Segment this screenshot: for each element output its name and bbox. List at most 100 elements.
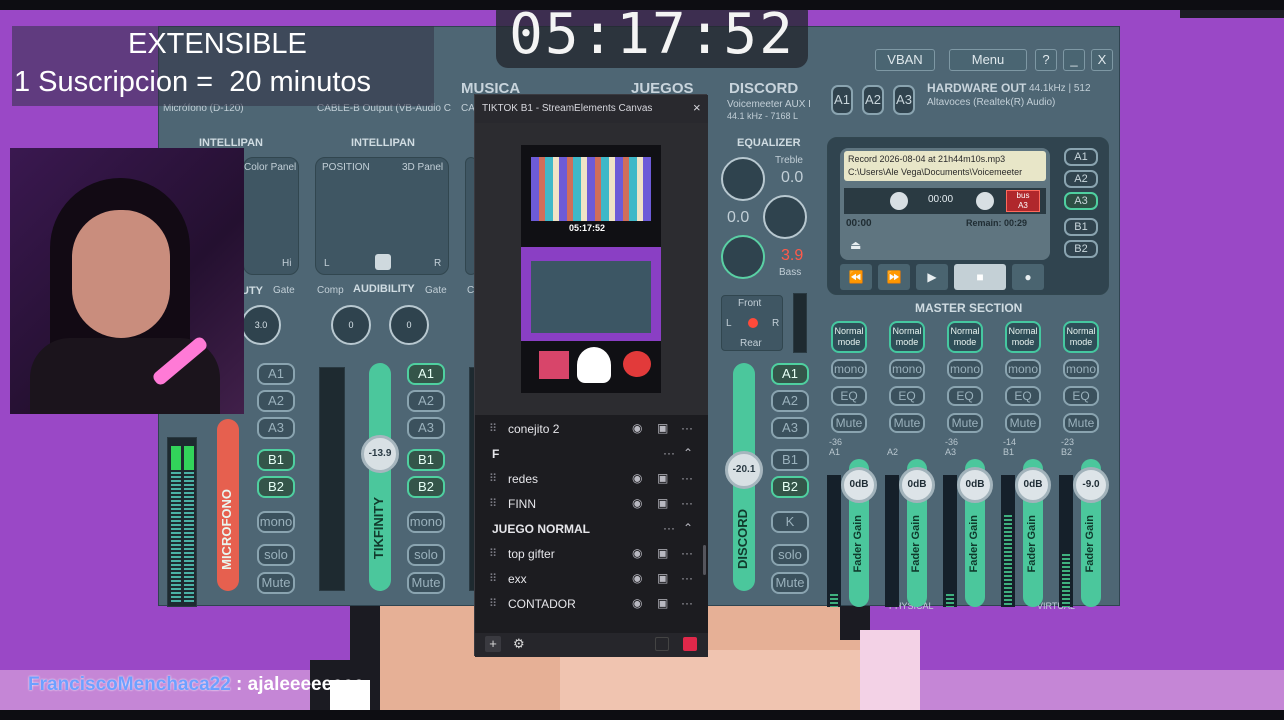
- master-fader-knob-A2[interactable]: 0dB: [899, 467, 935, 503]
- master-mono-A2[interactable]: mono: [889, 359, 925, 379]
- drag-handle-icon[interactable]: ⠿: [489, 597, 497, 610]
- strip1-mono-button[interactable]: mono: [257, 511, 295, 533]
- help-button[interactable]: ?: [1035, 49, 1057, 71]
- strip1-solo-button[interactable]: solo: [257, 544, 295, 566]
- strip2-a2-button[interactable]: A2: [407, 390, 445, 412]
- recorder-a1[interactable]: A1: [1064, 148, 1098, 166]
- recorder-b1[interactable]: B1: [1064, 218, 1098, 236]
- master-mode-B1[interactable]: Normal mode: [1005, 321, 1041, 353]
- bus-select[interactable]: bus A3: [1006, 190, 1040, 212]
- master-fader-knob-A3[interactable]: 0dB: [957, 467, 993, 503]
- strip2-fader-knob[interactable]: -13.9: [361, 435, 399, 473]
- master-eq-B2[interactable]: EQ: [1063, 386, 1099, 406]
- discord-a3-button[interactable]: A3: [771, 417, 809, 439]
- record-icon[interactable]: ●: [1012, 264, 1044, 290]
- vban-button[interactable]: VBAN: [875, 49, 935, 71]
- master-eq-A2[interactable]: EQ: [889, 386, 925, 406]
- recorder-a2[interactable]: A2: [1064, 170, 1098, 188]
- source-item[interactable]: ⠿ top gifter ◉ ▣ ···: [475, 542, 708, 566]
- discord-b2-button[interactable]: B2: [771, 476, 809, 498]
- source-group[interactable]: JUEGO NORMAL ··· ⌃: [475, 517, 708, 541]
- strip2-gate-knob[interactable]: 0: [389, 305, 429, 345]
- record-indicator-icon[interactable]: [683, 637, 697, 651]
- source-group[interactable]: F ··· ⌃: [475, 442, 708, 466]
- strip1-a2-button[interactable]: A2: [257, 390, 295, 412]
- discord-solo-button[interactable]: solo: [771, 544, 809, 566]
- collapse-chevron-icon[interactable]: ⌃: [683, 521, 693, 535]
- lock-icon[interactable]: ▣: [657, 571, 668, 585]
- tiktok-window-close-icon[interactable]: ×: [693, 100, 701, 115]
- master-mono-B2[interactable]: mono: [1063, 359, 1099, 379]
- master-mute-A3[interactable]: Mute: [947, 413, 983, 433]
- canvas-preview[interactable]: 05:17:52: [521, 145, 661, 393]
- strip2-mono-button[interactable]: mono: [407, 511, 445, 533]
- mid-knob[interactable]: [763, 195, 807, 239]
- master-fader-knob-B2[interactable]: -9.0: [1073, 467, 1109, 503]
- master-mode-A2[interactable]: Normal mode: [889, 321, 925, 353]
- master-eq-B1[interactable]: EQ: [1005, 386, 1041, 406]
- hw-out-a3[interactable]: A3: [893, 85, 915, 115]
- more-icon[interactable]: ···: [681, 421, 693, 435]
- lock-icon[interactable]: ▣: [657, 496, 668, 510]
- drag-handle-icon[interactable]: ⠿: [489, 572, 497, 585]
- discord-fader-knob[interactable]: -20.1: [725, 451, 763, 489]
- strip1-a3-button[interactable]: A3: [257, 417, 295, 439]
- more-icon[interactable]: ···: [681, 471, 693, 485]
- discord-a2-button[interactable]: A2: [771, 390, 809, 412]
- more-icon[interactable]: ···: [681, 596, 693, 610]
- strip2-comp-knob[interactable]: 0: [331, 305, 371, 345]
- master-mute-A2[interactable]: Mute: [889, 413, 925, 433]
- master-fader-knob-B1[interactable]: 0dB: [1015, 467, 1051, 503]
- discord-b1-button[interactable]: B1: [771, 449, 809, 471]
- more-icon[interactable]: ···: [681, 571, 693, 585]
- drag-handle-icon[interactable]: ⠿: [489, 422, 497, 435]
- treble-knob[interactable]: [721, 157, 765, 201]
- master-mono-A3[interactable]: mono: [947, 359, 983, 379]
- more-icon[interactable]: ···: [681, 496, 693, 510]
- minimize-button[interactable]: _: [1063, 49, 1085, 71]
- strip2-a3-button[interactable]: A3: [407, 417, 445, 439]
- chat-username[interactable]: FranciscoMenchaca22: [28, 674, 231, 695]
- recorder-a3[interactable]: A3: [1064, 192, 1098, 210]
- collapse-chevron-icon[interactable]: ⌃: [683, 446, 693, 460]
- discord-mute-button[interactable]: Mute: [771, 572, 809, 594]
- lock-icon[interactable]: ▣: [657, 546, 668, 560]
- intellipan-1-pad[interactable]: Color Panel Hi: [243, 157, 299, 275]
- strip2-a1-button[interactable]: A1: [407, 363, 445, 385]
- source-item[interactable]: ⠿ CONTADOR ◉ ▣ ···: [475, 592, 708, 616]
- lock-toggle-icon[interactable]: [655, 637, 669, 651]
- visibility-eye-icon[interactable]: ◉: [632, 571, 642, 585]
- hw-out-a1[interactable]: A1: [831, 85, 853, 115]
- strip1-a1-button[interactable]: A1: [257, 363, 295, 385]
- bass-knob[interactable]: [721, 235, 765, 279]
- master-mute-B2[interactable]: Mute: [1063, 413, 1099, 433]
- drag-handle-icon[interactable]: ⠿: [489, 472, 497, 485]
- visibility-eye-icon[interactable]: ◉: [632, 546, 642, 560]
- strip1-b2-button[interactable]: B2: [257, 476, 295, 498]
- more-icon[interactable]: ···: [663, 446, 675, 460]
- master-mode-B2[interactable]: Normal mode: [1063, 321, 1099, 353]
- visibility-eye-icon[interactable]: ◉: [632, 496, 642, 510]
- strip2-b1-button[interactable]: B1: [407, 449, 445, 471]
- lock-icon[interactable]: ▣: [657, 596, 668, 610]
- drag-handle-icon[interactable]: ⠿: [489, 547, 497, 560]
- discord-k-button[interactable]: K: [771, 511, 809, 533]
- eject-icon[interactable]: ⏏: [850, 238, 861, 252]
- strip2-mute-button[interactable]: Mute: [407, 572, 445, 594]
- pan-position-handle[interactable]: [375, 254, 391, 270]
- source-item[interactable]: ⠿ redes ◉ ▣ ···: [475, 467, 708, 491]
- source-item[interactable]: ⠿ FINN ◉ ▣ ···: [475, 492, 708, 516]
- play-icon[interactable]: ▶: [916, 264, 948, 290]
- master-mute-A1[interactable]: Mute: [831, 413, 867, 433]
- master-mode-A3[interactable]: Normal mode: [947, 321, 983, 353]
- more-icon[interactable]: ···: [663, 521, 675, 535]
- surround-position-dot[interactable]: [748, 318, 758, 328]
- close-button[interactable]: X: [1091, 49, 1113, 71]
- intellipan-2-pad[interactable]: POSITION 3D Panel L R: [315, 157, 449, 275]
- strip1-b1-button[interactable]: B1: [257, 449, 295, 471]
- visibility-eye-icon[interactable]: ◉: [632, 596, 642, 610]
- surround-pad[interactable]: Front Rear L R: [721, 295, 783, 351]
- drag-handle-icon[interactable]: ⠿: [489, 497, 497, 510]
- menu-button[interactable]: Menu: [949, 49, 1027, 71]
- settings-gear-icon[interactable]: ⚙: [513, 636, 525, 652]
